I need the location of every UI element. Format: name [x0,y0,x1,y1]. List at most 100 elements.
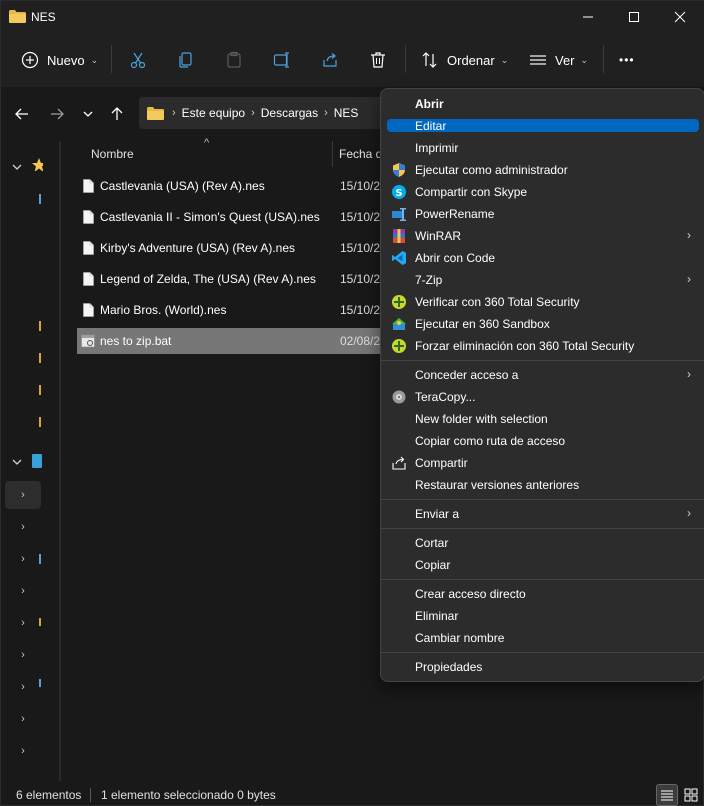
cut-button[interactable] [129,45,147,75]
view-button[interactable]: Ver ⌄ [529,45,588,75]
quick-access-expander[interactable] [5,153,29,181]
file-icon [83,303,94,317]
sort-ascending-icon: ^ [204,137,210,149]
menu-item-powerrename[interactable]: PowerRename [387,203,699,225]
file-row[interactable]: Kirby's Adventure (USA) (Rev A).nes 15/1… [77,235,397,261]
share-button[interactable] [321,45,339,75]
minimize-button[interactable] [565,1,611,33]
breadcrumb-nes[interactable]: NES [334,106,359,120]
close-button[interactable] [657,1,703,33]
breadcrumb-descargas[interactable]: Descargas [261,106,318,120]
submenu-arrow-icon: › [687,506,691,520]
column-header-row: ^ Nombre Fecha d [77,137,397,169]
new-button[interactable]: Nuevo ⌄ [21,45,98,75]
forward-button[interactable] [46,103,68,125]
menu-item-compartir[interactable]: Compartir [387,452,699,474]
menu-item-360-force-delete[interactable]: Forzar eliminación con 360 Total Securit… [387,335,699,357]
shield-icon [390,161,408,179]
file-row[interactable]: Castlevania II - Simon's Quest (USA).nes… [77,204,397,230]
menu-item-create-shortcut[interactable]: Crear acceso directo [387,583,699,605]
up-button[interactable] [106,103,128,125]
file-row-selected[interactable]: nes to zip.bat 02/08/2 [77,328,397,354]
rename-button[interactable] [273,45,291,75]
menu-item-rename[interactable]: Cambiar nombre [387,627,699,649]
menu-item-skype[interactable]: S Compartir con Skype [387,181,699,203]
file-row[interactable]: Legend of Zelda, The (USA) (Rev A).nes 1… [77,266,397,292]
menu-item-propiedades[interactable]: Propiedades [387,656,699,678]
sidebar-item-expander[interactable]: › [5,577,41,605]
file-name: Mario Bros. (World).nes [100,303,227,317]
tiles-view-button[interactable] [680,784,702,806]
menu-item-360-sandbox[interactable]: Ejecutar en 360 Sandbox [387,313,699,335]
menu-item-new-folder-selection[interactable]: New folder with selection [387,408,699,430]
column-header-date[interactable]: Fecha d [339,147,382,161]
sidebar-item-expander[interactable]: › [5,513,41,541]
recent-locations-button[interactable] [77,103,99,125]
more-options-button[interactable]: ••• [619,45,635,75]
new-label: Nuevo [47,52,85,68]
this-pc-expander[interactable] [5,448,29,476]
toolbar-divider [603,45,604,73]
menu-item-grant-access[interactable]: Conceder acceso a › [387,364,699,386]
sort-button[interactable]: Ordenar ⌄ [421,45,508,75]
menu-item-editar[interactable]: Editar [387,119,699,133]
file-date: 15/10/2 [340,210,381,224]
powerrename-icon [390,205,408,223]
breadcrumb-este-equipo[interactable]: Este equipo [182,106,245,120]
file-name: Castlevania II - Simon's Quest (USA).nes [100,210,320,224]
menu-item-label: Eliminar [415,609,459,623]
sidebar-item-expander[interactable]: › [5,545,41,573]
menu-item-cortar[interactable]: Cortar [387,532,699,554]
menu-item-abrir[interactable]: Abrir [387,93,699,115]
delete-button[interactable] [369,45,387,75]
maximize-button[interactable] [611,1,657,33]
menu-item-label: WinRAR [415,229,462,243]
menu-item-label: 7-Zip [415,273,443,287]
sidebar-item-expander[interactable]: › [5,609,41,637]
sidebar-item-expander[interactable]: › [5,641,41,669]
menu-item-winrar[interactable]: WinRAR › [387,225,699,247]
back-button[interactable] [11,103,33,125]
view-label: Ver [555,52,575,68]
menu-item-label: New folder with selection [415,412,548,426]
menu-item-send-to[interactable]: Enviar a › [387,503,699,525]
copy-button[interactable] [177,45,195,75]
toolbar-divider [111,45,112,73]
column-divider[interactable] [332,141,333,167]
menu-item-7zip[interactable]: 7-Zip › [387,269,699,291]
file-row[interactable]: Castlevania (USA) (Rev A).nes 15/10/2 [77,173,397,199]
360-sandbox-icon [390,315,408,333]
details-view-button[interactable] [656,784,678,806]
sort-label: Ordenar [447,52,495,68]
menu-item-run-as-admin[interactable]: Ejecutar como administrador [387,159,699,181]
address-bar[interactable]: › Este equipo › Descargas › NES [139,97,389,129]
menu-item-restore-versions[interactable]: Restaurar versiones anteriores [387,474,699,496]
vscode-icon [390,249,408,267]
360-icon [390,293,408,311]
window-title: NES [31,10,56,24]
menu-item-imprimir[interactable]: Imprimir [387,137,699,159]
menu-item-label: Forzar eliminación con 360 Total Securit… [415,339,635,353]
title-bar[interactable]: NES [1,1,704,33]
menu-item-eliminar[interactable]: Eliminar [387,605,699,627]
column-header-name[interactable]: Nombre [91,147,134,161]
batch-file-icon [81,334,95,348]
menu-item-vscode[interactable]: Abrir con Code [387,247,699,269]
file-row[interactable]: Mario Bros. (World).nes 15/10/2 [77,297,397,323]
sidebar-item-expander[interactable]: › [5,673,41,701]
navigation-pane-scrollbar[interactable] [59,141,61,781]
pinned-item-marker [39,353,41,363]
menu-item-label: Verificar con 360 Total Security [415,295,580,309]
sidebar-item-expander[interactable]: › [5,481,41,509]
chevron-right-icon: › [21,585,25,597]
arrow-up-icon [111,107,123,120]
share-icon [390,454,408,472]
menu-item-copiar[interactable]: Copiar [387,554,699,576]
menu-item-teracopy[interactable]: TeraCopy... [387,386,699,408]
menu-item-360-verify[interactable]: Verificar con 360 Total Security [387,291,699,313]
paste-button[interactable] [225,45,243,75]
menu-item-copy-as-path[interactable]: Copiar como ruta de acceso [387,430,699,452]
rename-icon [273,52,289,68]
sidebar-item-expander[interactable]: › [5,737,41,765]
sidebar-item-expander[interactable]: › [5,705,41,733]
